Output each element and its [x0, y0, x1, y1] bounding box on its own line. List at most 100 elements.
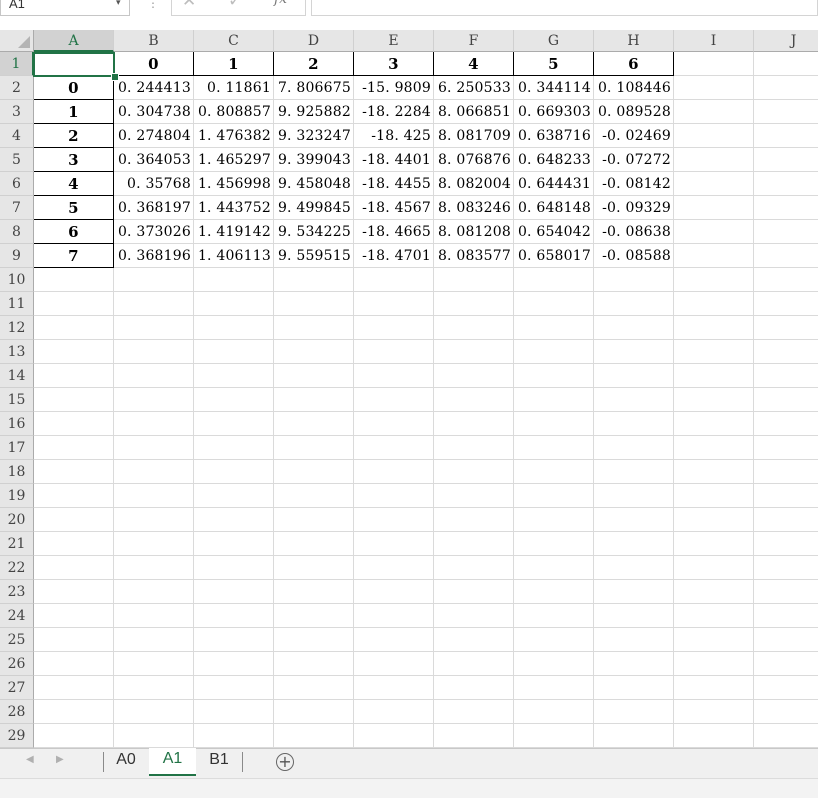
- row-header-13[interactable]: 13: [0, 340, 34, 364]
- table-cell[interactable]: 0. 648148: [514, 196, 594, 220]
- table-cell[interactable]: 0. 638716: [514, 124, 594, 148]
- table-index-cell[interactable]: 7: [34, 244, 114, 268]
- sheet-nav-prev-icon[interactable]: ◀: [26, 754, 34, 765]
- table-cell[interactable]: 1. 465297: [194, 148, 274, 172]
- table-index-cell[interactable]: 2: [34, 124, 114, 148]
- table-cell[interactable]: 7. 806675: [274, 76, 354, 100]
- cancel-icon[interactable]: ✕: [182, 0, 196, 11]
- row-header-12[interactable]: 12: [0, 316, 34, 340]
- row-header-17[interactable]: 17: [0, 436, 34, 460]
- table-column-header[interactable]: 4: [434, 52, 514, 76]
- row-header-10[interactable]: 10: [0, 268, 34, 292]
- column-header-e[interactable]: E: [354, 30, 434, 52]
- table-cell[interactable]: -18. 4567: [354, 196, 434, 220]
- table-cell[interactable]: 9. 499845: [274, 196, 354, 220]
- table-cell[interactable]: 1. 419142: [194, 220, 274, 244]
- table-column-header[interactable]: 5: [514, 52, 594, 76]
- table-index-cell[interactable]: 1: [34, 100, 114, 124]
- table-cell[interactable]: 0. 344114: [514, 76, 594, 100]
- table-cell[interactable]: 0. 644431: [514, 172, 594, 196]
- row-header-14[interactable]: 14: [0, 364, 34, 388]
- sheet-tab-a1[interactable]: A1: [149, 748, 196, 776]
- table-column-header[interactable]: 1: [194, 52, 274, 76]
- table-cell[interactable]: 6. 250533: [434, 76, 514, 100]
- row-header-8[interactable]: 8: [0, 220, 34, 244]
- row-header-16[interactable]: 16: [0, 412, 34, 436]
- table-cell[interactable]: 9. 534225: [274, 220, 354, 244]
- table-cell[interactable]: 8. 083246: [434, 196, 514, 220]
- table-index-cell[interactable]: 6: [34, 220, 114, 244]
- column-header-h[interactable]: H: [594, 30, 674, 52]
- row-header-20[interactable]: 20: [0, 508, 34, 532]
- table-column-header[interactable]: 0: [114, 52, 194, 76]
- table-cell[interactable]: -18. 4401: [354, 148, 434, 172]
- table-cell[interactable]: 0. 368197: [114, 196, 194, 220]
- table-cell[interactable]: -18. 2284: [354, 100, 434, 124]
- row-header-6[interactable]: 6: [0, 172, 34, 196]
- row-header-21[interactable]: 21: [0, 532, 34, 556]
- row-header-3[interactable]: 3: [0, 100, 34, 124]
- table-index-cell[interactable]: 0: [34, 76, 114, 100]
- table-cell[interactable]: 0. 089528: [594, 100, 674, 124]
- table-cell[interactable]: 8. 083577: [434, 244, 514, 268]
- table-cell[interactable]: 0. 274804: [114, 124, 194, 148]
- column-header-f[interactable]: F: [434, 30, 514, 52]
- row-header-7[interactable]: 7: [0, 196, 34, 220]
- add-sheet-icon[interactable]: +: [276, 753, 294, 771]
- table-column-header[interactable]: 2: [274, 52, 354, 76]
- table-cell[interactable]: 1. 476382: [194, 124, 274, 148]
- table-cell[interactable]: 0. 11861: [194, 76, 274, 100]
- table-cell[interactable]: -0. 08588: [594, 244, 674, 268]
- table-cell[interactable]: 8. 081709: [434, 124, 514, 148]
- select-all-corner[interactable]: [0, 30, 34, 52]
- table-cell[interactable]: -18. 4701: [354, 244, 434, 268]
- column-header-j[interactable]: J: [754, 30, 818, 52]
- table-cell[interactable]: 0. 368196: [114, 244, 194, 268]
- table-cell[interactable]: 8. 076876: [434, 148, 514, 172]
- row-header-25[interactable]: 25: [0, 628, 34, 652]
- table-cell[interactable]: 0. 648233: [514, 148, 594, 172]
- column-header-b[interactable]: B: [114, 30, 194, 52]
- row-header-19[interactable]: 19: [0, 484, 34, 508]
- table-cell[interactable]: -0. 09329: [594, 196, 674, 220]
- fill-handle[interactable]: [111, 73, 119, 81]
- name-box[interactable]: A1: [0, 0, 130, 16]
- table-index-cell[interactable]: 3: [34, 148, 114, 172]
- table-index-cell[interactable]: 4: [34, 172, 114, 196]
- table-cell[interactable]: 9. 458048: [274, 172, 354, 196]
- table-cell[interactable]: 0. 669303: [514, 100, 594, 124]
- table-cell[interactable]: 8. 066851: [434, 100, 514, 124]
- row-header-22[interactable]: 22: [0, 556, 34, 580]
- spreadsheet-grid[interactable]: A B C D E F G H I J 1 2 3 4 5 6 7 8 9 10 11 12 13 14 15 16 17 18 19 2…: [0, 30, 818, 748]
- row-header-29[interactable]: 29: [0, 724, 34, 748]
- table-cell[interactable]: 0. 373026: [114, 220, 194, 244]
- row-header-15[interactable]: 15: [0, 388, 34, 412]
- column-header-a[interactable]: A: [34, 30, 114, 52]
- chevron-down-icon[interactable]: ▾: [116, 0, 121, 8]
- table-cell[interactable]: 0. 808857: [194, 100, 274, 124]
- table-cell[interactable]: 0. 304738: [114, 100, 194, 124]
- table-index-cell[interactable]: 5: [34, 196, 114, 220]
- table-cell[interactable]: 9. 323247: [274, 124, 354, 148]
- check-icon[interactable]: ✓: [228, 0, 242, 11]
- table-cell[interactable]: -18. 4455: [354, 172, 434, 196]
- table-cell[interactable]: 1. 443752: [194, 196, 274, 220]
- table-cell[interactable]: -0. 02469: [594, 124, 674, 148]
- row-header-11[interactable]: 11: [0, 292, 34, 316]
- table-cell[interactable]: 9. 559515: [274, 244, 354, 268]
- table-cell[interactable]: -0. 08638: [594, 220, 674, 244]
- table-cell[interactable]: -0. 07272: [594, 148, 674, 172]
- table-cell[interactable]: -15. 9809: [354, 76, 434, 100]
- row-header-4[interactable]: 4: [0, 124, 34, 148]
- row-header-1[interactable]: 1: [0, 52, 34, 76]
- row-header-28[interactable]: 28: [0, 700, 34, 724]
- table-cell[interactable]: 1. 456998: [194, 172, 274, 196]
- row-header-26[interactable]: 26: [0, 652, 34, 676]
- table-cell[interactable]: 0. 35768: [114, 172, 194, 196]
- row-header-27[interactable]: 27: [0, 676, 34, 700]
- table-column-header[interactable]: 6: [594, 52, 674, 76]
- table-cell[interactable]: 0. 364053: [114, 148, 194, 172]
- column-header-g[interactable]: G: [514, 30, 594, 52]
- table-cell[interactable]: 0. 244413: [114, 76, 194, 100]
- table-cell[interactable]: 9. 925882: [274, 100, 354, 124]
